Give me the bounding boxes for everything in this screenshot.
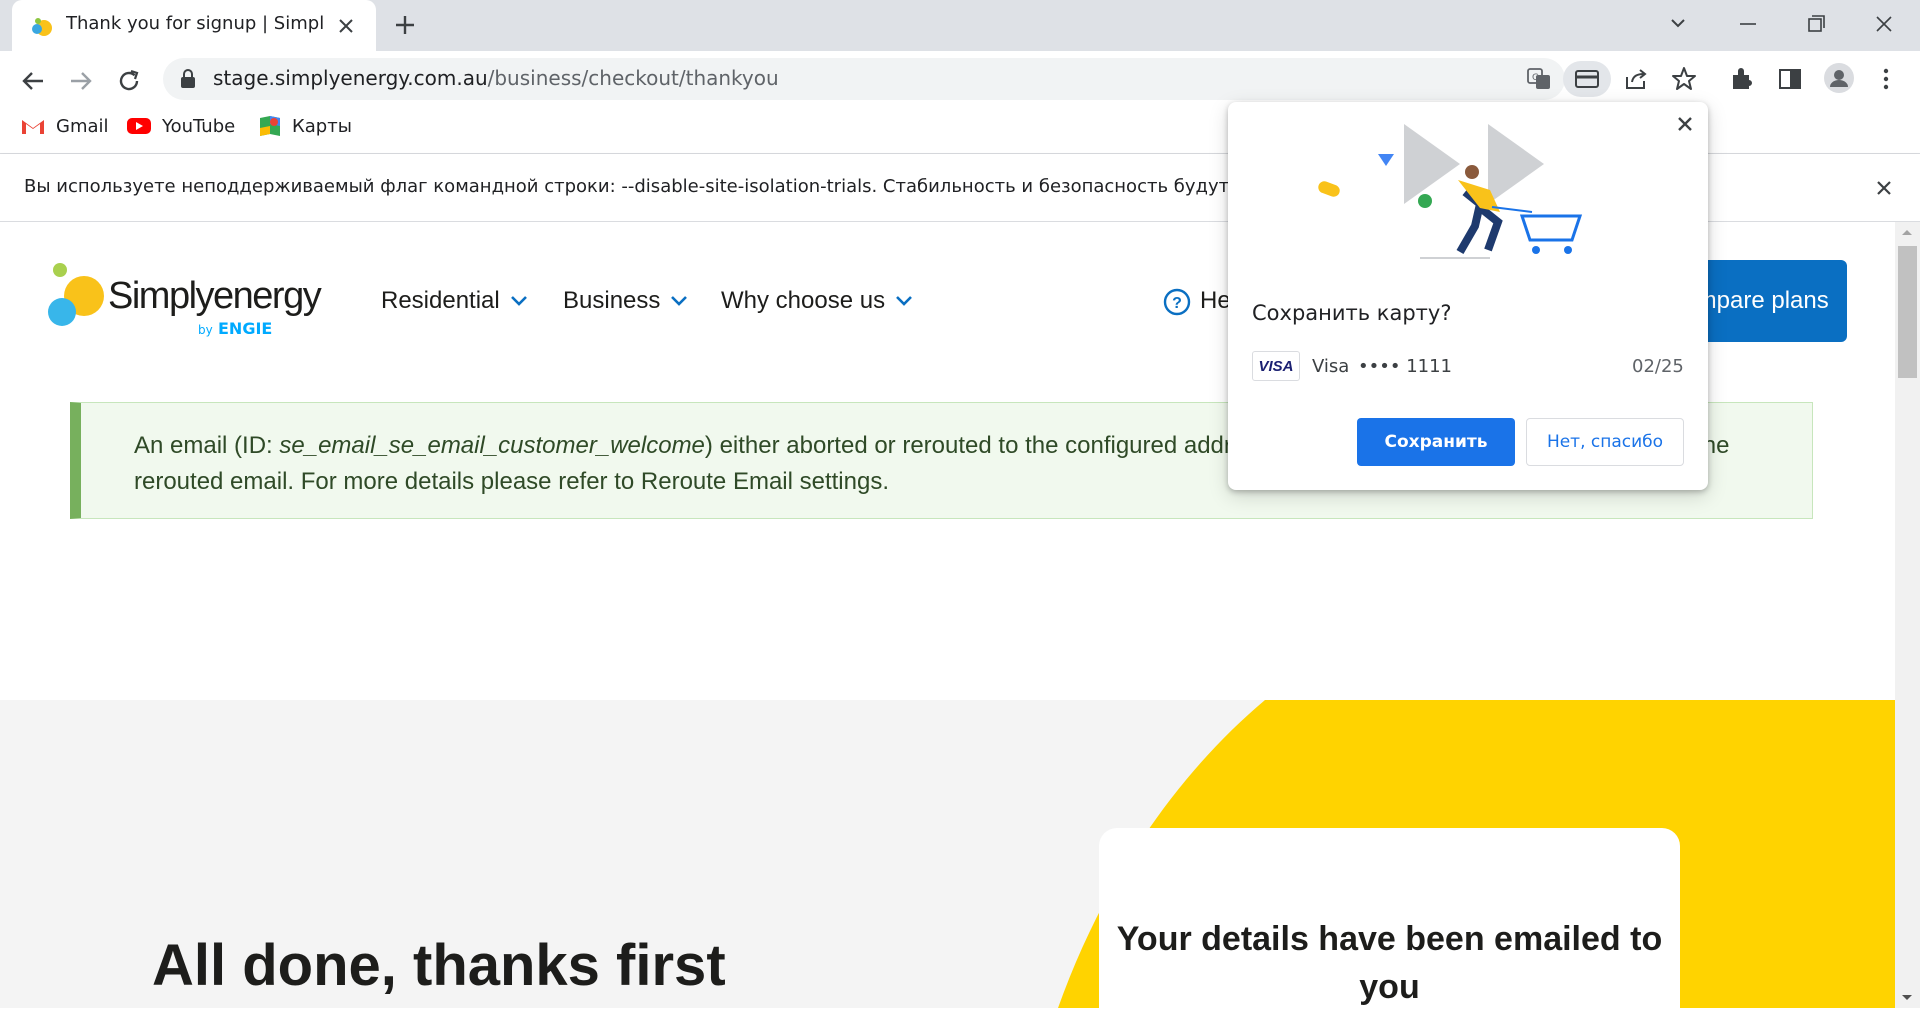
side-panel-icon[interactable] <box>1776 65 1804 93</box>
nav-residential[interactable]: Residential <box>381 287 528 315</box>
bookmark-star-icon[interactable] <box>1670 65 1698 93</box>
hero-title: All done, thanks first <box>152 933 726 998</box>
credit-card-icon <box>1574 68 1600 90</box>
chevron-down-icon <box>895 295 913 307</box>
back-icon[interactable] <box>15 63 51 99</box>
maps-icon <box>258 114 282 138</box>
shopping-illustration-icon <box>1310 112 1610 272</box>
url-path: /business/checkout/thankyou <box>487 66 779 90</box>
bookmark-youtube[interactable]: YouTube <box>126 113 235 139</box>
new-tab-icon[interactable] <box>392 12 418 38</box>
reload-icon[interactable] <box>111 63 147 99</box>
nav-business[interactable]: Business <box>563 287 688 315</box>
no-thanks-button[interactable]: Нет, спасибо <box>1526 418 1684 466</box>
forward-icon[interactable] <box>63 63 99 99</box>
gmail-icon <box>20 116 46 136</box>
logo-engie-text: ENGIE <box>218 319 273 338</box>
details-card-title: Your details have been emailed to you <box>1116 920 1663 1006</box>
profile-avatar-icon[interactable] <box>1823 62 1855 94</box>
svg-text:G: G <box>1532 73 1539 83</box>
visa-card-icon: VISA <box>1252 351 1300 381</box>
simplyenergy-logo-icon[interactable] <box>46 258 116 338</box>
infobar-close-icon[interactable] <box>1872 176 1896 200</box>
bookmark-gmail[interactable]: Gmail <box>20 113 109 139</box>
logo-wordmark: Simplyenergy <box>108 275 322 317</box>
tab-search-icon[interactable] <box>1658 10 1698 38</box>
scroll-down-arrow-icon[interactable] <box>1899 992 1915 1004</box>
nav-label: Residential <box>381 287 500 314</box>
tab-close-icon[interactable] <box>334 14 358 38</box>
simplyenergy-favicon-icon <box>30 14 54 38</box>
bookmark-maps[interactable]: Карты <box>258 113 352 139</box>
card-expiry: 02/25 <box>1632 356 1684 377</box>
lock-icon[interactable] <box>179 68 197 90</box>
translate-icon[interactable]: G <box>1526 66 1552 92</box>
minimize-icon[interactable] <box>1728 10 1768 38</box>
scroll-up-arrow-icon[interactable] <box>1899 226 1915 238</box>
nav-why-choose-us[interactable]: Why choose us <box>721 287 913 315</box>
tab-title: Thank you for signup | Simply Energy <box>66 13 324 34</box>
url-host: stage.simplyenergy.com.au <box>213 66 488 90</box>
help-icon[interactable]: ? <box>1163 288 1191 316</box>
scrollbar-thumb[interactable] <box>1898 246 1917 378</box>
svg-text:?: ? <box>1172 295 1182 312</box>
nav-label: Why choose us <box>721 287 886 314</box>
restore-icon[interactable] <box>1796 10 1836 38</box>
bookmark-label: Gmail <box>56 115 109 137</box>
bookmark-label: YouTube <box>162 115 236 137</box>
youtube-icon <box>126 116 152 136</box>
popup-title: Сохранить карту? <box>1252 301 1452 325</box>
infobar-message: Вы используете неподдерживаемый флаг ком… <box>24 176 1339 197</box>
card-number: •••• 1111 <box>1358 356 1452 377</box>
extensions-icon[interactable] <box>1728 65 1756 93</box>
alert-text-pre: An email (ID: <box>134 432 280 459</box>
bookmark-label: Карты <box>292 115 352 137</box>
alert-email-id: se_email_se_email_customer_welcome <box>279 432 705 459</box>
logo-by-text: by <box>198 323 213 337</box>
save-card-button[interactable]: Сохранить <box>1357 418 1515 466</box>
nav-label: Business <box>563 287 661 314</box>
chevron-down-icon <box>670 295 688 307</box>
popup-close-icon[interactable] <box>1673 112 1697 136</box>
chrome-menu-icon[interactable] <box>1872 65 1900 93</box>
close-window-icon[interactable] <box>1864 10 1904 38</box>
share-icon[interactable] <box>1622 65 1650 93</box>
chevron-down-icon <box>510 295 528 307</box>
url-text[interactable]: stage.simplyenergy.com.au/business/check… <box>213 66 779 90</box>
card-brand: Visa <box>1312 356 1350 377</box>
